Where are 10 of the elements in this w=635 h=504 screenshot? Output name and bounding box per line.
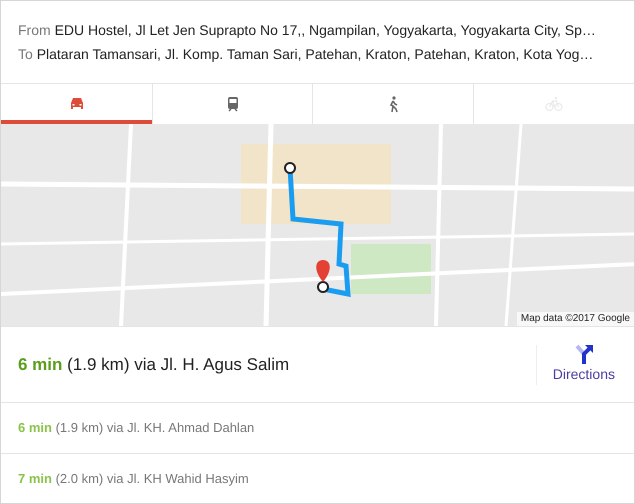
route-summary[interactable]: 6 min (1.9 km) via Jl. KH. Ahmad Dahlan: [18, 418, 617, 438]
address-text: Plataran Tamansari, Jl. Komp. Taman Sari, Patehan, Kraton, Patehan, Kraton, Kota Yog…: [36, 46, 594, 62]
route-summary[interactable]: 6 min (1.9 km) via Jl. H. Agus Salim: [18, 352, 536, 378]
address-label: From: [18, 22, 51, 38]
address-text: EDU Hostel, Jl Let Jen Suprapto No 17,, Ngampilan, Yogyakarta, Yogyakarta City, Sp…: [54, 22, 596, 38]
route-summary[interactable]: 7 min (2.0 km) via Jl. KH Wahid Hasyim: [18, 468, 617, 488]
directions-icon: [572, 344, 595, 364]
directions-link[interactable]: Directions: [552, 344, 615, 385]
address-label: To: [18, 46, 33, 62]
map-attribution: Map data ©2017 Google: [516, 312, 634, 326]
